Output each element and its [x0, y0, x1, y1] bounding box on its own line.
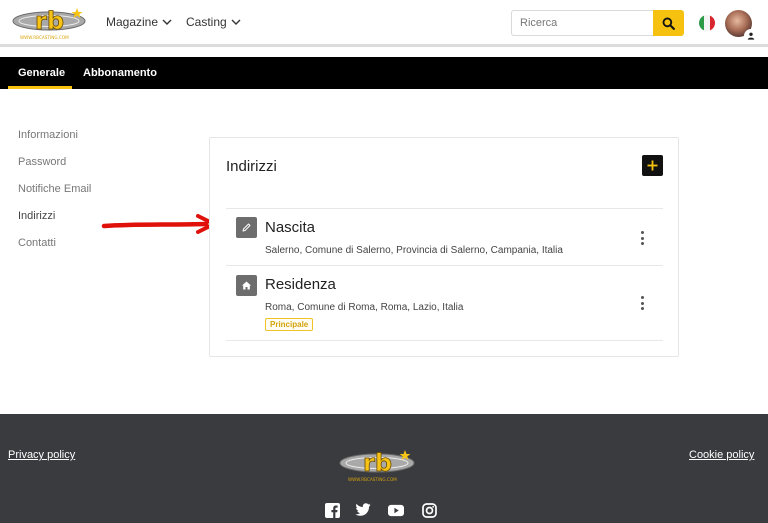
kebab-dot	[640, 296, 644, 299]
nav-casting[interactable]: Casting	[186, 15, 241, 29]
kebab-dot	[640, 301, 644, 305]
divider	[226, 340, 663, 341]
address-text-residenza: Roma, Comune di Roma, Roma, Lazio, Itali…	[265, 302, 464, 313]
tab-abbonamento[interactable]: Abbonamento	[83, 67, 157, 79]
facebook-icon[interactable]	[324, 502, 340, 518]
search-icon	[662, 17, 675, 30]
address-menu-button[interactable]	[638, 296, 646, 310]
sidebar-item-password[interactable]: Password	[18, 156, 66, 168]
chevron-down-icon	[231, 19, 241, 25]
logo-tagline: WWW.RBCASTING.COM	[20, 35, 69, 40]
sidebar-item-indirizzi[interactable]: Indirizzi	[18, 210, 55, 222]
address-type-residenza: Residenza	[265, 276, 336, 293]
footer-rb-logo[interactable]: rb WWW.RBCASTING.COM	[337, 448, 417, 484]
primary-badge: Principale	[265, 318, 314, 331]
footer-logo-text: rb	[363, 449, 392, 477]
kebab-dot	[640, 236, 644, 240]
sidebar-item-notifiche-email[interactable]: Notifiche Email	[18, 183, 91, 195]
addresses-title: Indirizzi	[226, 158, 277, 175]
add-address-button[interactable]	[642, 155, 663, 176]
kebab-dot	[640, 307, 644, 310]
instagram-icon[interactable]	[421, 502, 437, 518]
pencil-icon	[242, 223, 251, 232]
youtube-icon[interactable]	[388, 502, 404, 518]
plus-icon	[647, 160, 658, 171]
divider	[226, 208, 663, 209]
address-type-nascita: Nascita	[265, 219, 316, 236]
settings-tabs: Generale Abbonamento	[0, 57, 768, 89]
address-type-icon	[236, 217, 257, 238]
privacy-policy-link[interactable]: Privacy policy	[8, 449, 75, 461]
italy-flag-icon[interactable]	[699, 15, 715, 31]
twitter-icon[interactable]	[355, 502, 371, 518]
nav-magazine-label: Magazine	[106, 15, 159, 29]
address-type-icon	[236, 275, 257, 296]
nav-magazine[interactable]: Magazine	[106, 15, 172, 29]
address-menu-button[interactable]	[638, 231, 646, 245]
kebab-dot	[640, 231, 644, 234]
top-navbar: rb WWW.RBCASTING.COM Magazine Casting	[0, 0, 768, 47]
nav-casting-label: Casting	[186, 15, 227, 29]
kebab-dot	[640, 242, 644, 245]
active-tab-indicator	[8, 86, 72, 89]
divider	[226, 265, 663, 266]
footer-logo-tagline: WWW.RBCASTING.COM	[348, 477, 397, 482]
footer: Privacy policy Cookie policy rb WWW.RBCA…	[0, 414, 768, 523]
home-icon	[242, 281, 251, 290]
chevron-down-icon	[162, 19, 172, 25]
addresses-card: Indirizzi Nascita Salerno, Comune di Sal…	[209, 137, 679, 357]
cookie-policy-link[interactable]: Cookie policy	[689, 449, 754, 461]
sidebar-item-contatti[interactable]: Contatti	[18, 237, 56, 249]
red-arrow-annotation	[101, 214, 216, 234]
address-text-nascita: Salerno, Comune di Salerno, Provincia di…	[265, 245, 563, 256]
svg-text:rb: rb	[35, 7, 64, 35]
rb-logo[interactable]: rb WWW.RBCASTING.COM	[11, 6, 88, 42]
search-button[interactable]	[653, 10, 684, 36]
tab-generale[interactable]: Generale	[18, 67, 65, 79]
user-icon	[747, 32, 755, 40]
search-input[interactable]	[511, 10, 653, 36]
user-menu-badge[interactable]	[744, 29, 758, 43]
sidebar-item-informazioni[interactable]: Informazioni	[18, 129, 78, 141]
